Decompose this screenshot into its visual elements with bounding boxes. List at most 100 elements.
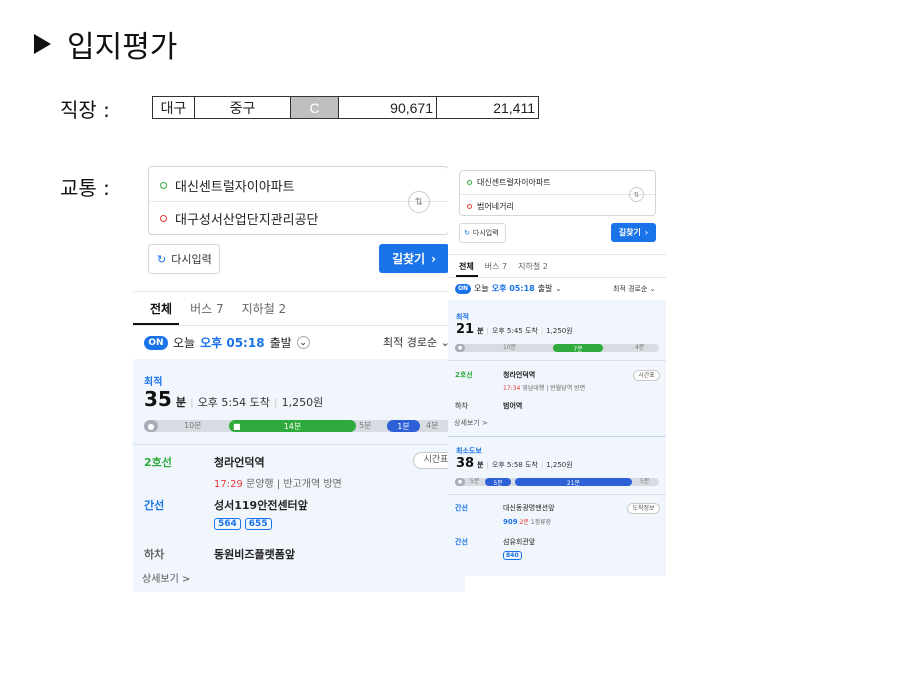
step-alight: 하차 동원비즈플랫폼앞	[144, 546, 295, 562]
arrival-info-button[interactable]: 도착정보	[627, 503, 660, 514]
walk-icon: ●	[144, 420, 158, 432]
origin-row[interactable]: 대신센트럴자이아파트	[149, 174, 448, 196]
bus-number-badge[interactable]: 564	[214, 518, 241, 530]
job-table-row: 대구 중구 C 90,671 21,411	[152, 96, 539, 119]
walk-icon: ●	[455, 478, 465, 486]
departure-time: 오후 05:18	[491, 284, 535, 293]
origin-input[interactable]: 대신센트럴자이아파트	[175, 176, 295, 195]
bus-number-badge[interactable]: 840	[503, 551, 522, 560]
departure-time: 오후 05:18	[200, 336, 265, 350]
job-value-1: 90,671	[338, 96, 437, 119]
destination-row[interactable]: 범어네거리	[460, 199, 655, 213]
tab-bar: 전체 버스 7 지하철 2	[459, 261, 548, 272]
departure-setting[interactable]: ON 오늘 오후 05:18 출발 ⌄	[455, 283, 561, 294]
tab-subway[interactable]: 지하철 2	[242, 300, 287, 317]
bus-number[interactable]: 909	[503, 518, 518, 526]
route-card[interactable]: 최적 35 분 | 오후 5:54 도착 | 1,250원 ● 10분 ■ 14…	[133, 359, 465, 592]
on-toggle[interactable]: ON	[144, 335, 168, 350]
refresh-icon: ↻	[157, 252, 167, 266]
route-time-bar: ● 10분 7분 4분	[455, 344, 659, 353]
sort-select[interactable]: 최적 경로순 ⌄	[383, 334, 450, 350]
step-line-label: 하차	[455, 402, 468, 410]
route-min-unit: 분	[175, 396, 186, 409]
destination-dot-icon	[160, 214, 167, 222]
tab-subway[interactable]: 지하철 2	[518, 261, 548, 272]
route-arrive: 오후 5:58 도착	[491, 461, 538, 469]
route-minutes: 35	[144, 387, 172, 411]
destination-input[interactable]: 대구성서산업단지관리공단	[175, 209, 319, 228]
retype-label: 다시입력	[472, 229, 499, 237]
search-button[interactable]: 길찾기 ›	[379, 244, 449, 273]
bar-walk1-label: 5분	[470, 478, 480, 485]
route-divider	[133, 444, 465, 445]
subway-icon: ■	[233, 421, 241, 431]
route-search-box: 대신센트럴자이아파트 대구성서산업단지관리공단 ⇅	[148, 166, 449, 235]
sort-select[interactable]: 최적 경로순 ⌄	[613, 284, 656, 294]
step-place: 대신동광명맨션앞	[503, 504, 555, 512]
tab-bar: 전체 버스 7 지하철 2	[150, 300, 286, 317]
job-value-2: 21,411	[436, 96, 539, 119]
origin-input[interactable]: 대신센트럴자이아파트	[477, 177, 551, 188]
search-button[interactable]: 길찾기 ›	[611, 223, 656, 242]
bar-walk2-label: 5분	[640, 478, 650, 485]
step-line-label: 하차	[144, 548, 165, 561]
triangle-bullet-icon	[34, 34, 51, 54]
step-bus: 간선 대신동광명맨션앞 909 2분 1정류장	[455, 503, 555, 526]
route-fare: 1,250원	[281, 396, 324, 409]
details-link[interactable]: 상세보기 >	[454, 418, 488, 428]
route-card-1[interactable]: 최적 21 분 | 오후 5:45 도착 | 1,250원 ● 10분 7분 4…	[448, 300, 666, 436]
route-summary: 35 분 | 오후 5:54 도착 | 1,250원	[144, 387, 324, 411]
traffic-label: 교통 :	[60, 176, 110, 200]
tab-all[interactable]: 전체	[459, 261, 474, 272]
job-grade: C	[290, 96, 339, 119]
bar-bus1-segment: 5분	[485, 478, 511, 487]
job-district: 중구	[194, 96, 291, 119]
chevron-down-icon[interactable]: ⌄	[555, 285, 561, 293]
bar-walk1-label: 10분	[503, 344, 517, 351]
timetable-button[interactable]: 시간표	[633, 370, 660, 381]
route-fare: 1,250원	[546, 327, 573, 335]
step-place: 성서119안전센터앞	[214, 499, 308, 512]
route-search-box: 대신센트럴자이아파트 범어네거리 ⇅	[459, 170, 656, 216]
step-line-label: 2호선	[455, 371, 473, 379]
bar-subway-label: 14분	[283, 421, 302, 431]
bar-bus-segment: 1분	[387, 420, 420, 432]
step-place: 범어역	[503, 402, 523, 410]
step-bus: 간선 섬유회관앞 840	[455, 537, 535, 560]
slide-title: 입지평가	[67, 30, 178, 65]
swap-icon[interactable]: ⇅	[408, 191, 430, 213]
route-tag: 최적	[456, 313, 469, 321]
today-label: 오늘	[173, 336, 196, 350]
bar-walk2-label: 5분	[359, 421, 372, 430]
retype-button[interactable]: ↻ 다시입력	[148, 244, 220, 274]
on-toggle[interactable]: ON	[455, 283, 471, 294]
tab-bus[interactable]: 버스 7	[190, 300, 224, 317]
bar-walk1-label: 10분	[184, 421, 202, 430]
step-subway: 2호선 청라언덕역 17:34 영남대행 | 반월당역 방면	[455, 370, 585, 392]
departure-setting[interactable]: ON 오늘 오후 05:18 출발 ⌄	[144, 334, 310, 351]
step-line-label: 간선	[455, 538, 468, 546]
destination-row[interactable]: 대구성서산업단지관리공단	[149, 207, 448, 229]
chevron-down-icon[interactable]: ⌄	[296, 336, 310, 349]
sort-label: 최적 경로순	[613, 285, 648, 293]
sort-label: 최적 경로순	[383, 336, 438, 349]
route-card-2[interactable]: 최소도보 38 분 | 오후 5:58 도착 | 1,250원 ● 5분 5분 …	[448, 437, 666, 576]
tab-bus[interactable]: 버스 7	[485, 261, 507, 272]
bar-subway-segment: ■ 14분	[229, 420, 356, 432]
bar-bus1-label: 5분	[493, 479, 503, 487]
origin-dot-icon	[467, 179, 472, 185]
tab-all[interactable]: 전체	[150, 300, 172, 317]
retype-button[interactable]: ↻ 다시입력	[459, 223, 506, 243]
destination-input[interactable]: 범어네거리	[477, 201, 514, 212]
swap-icon[interactable]: ⇅	[629, 187, 644, 202]
step-detail: 영남대행 | 반월당역 방면	[522, 385, 586, 392]
step-place: 동원비즈플랫폼앞	[214, 548, 295, 561]
bar-walk2-label: 4분	[635, 344, 645, 351]
depart-label: 출발	[537, 284, 553, 293]
step-place: 청라언덕역	[503, 371, 536, 379]
origin-row[interactable]: 대신센트럴자이아파트	[460, 175, 655, 189]
bus-number-badge[interactable]: 655	[244, 518, 272, 530]
search-button-label: 길찾기	[391, 252, 426, 266]
step-detail: 문양행 | 반고개역 방면	[246, 479, 342, 490]
details-link[interactable]: 상세보기 >	[142, 570, 190, 585]
